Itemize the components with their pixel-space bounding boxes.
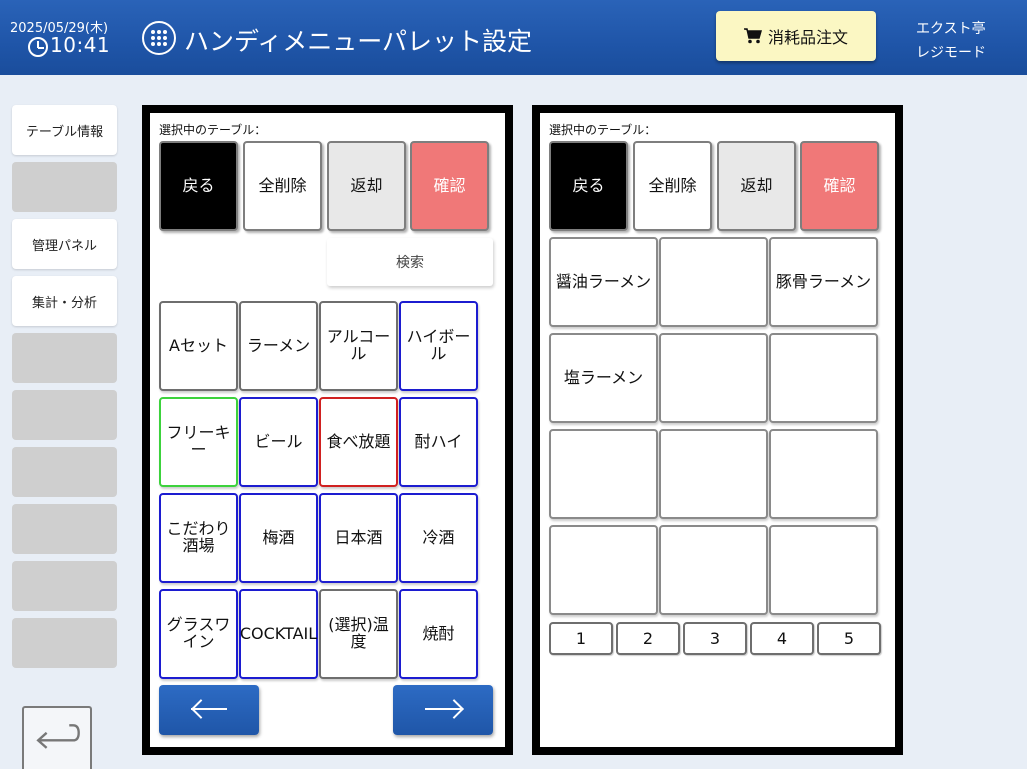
sidebar-item-empty[interactable] xyxy=(12,561,117,611)
sidebar-item-empty[interactable] xyxy=(12,504,117,554)
sidebar-item-label: 管理パネル xyxy=(31,238,97,254)
mode-label: レジモード xyxy=(916,45,986,61)
back-button[interactable]: 戻る xyxy=(549,141,628,231)
page-number-button[interactable]: 2 xyxy=(616,622,680,655)
menu-item-panel: 選択中のテーブル： 戻る 全削除 返却 確認 醤油ラーメン 豚骨ラーメン塩ラーメン… xyxy=(532,105,903,755)
clock-icon xyxy=(28,37,48,57)
category-button[interactable]: ビール xyxy=(239,397,318,487)
store-name: エクスト亭 xyxy=(916,21,986,37)
menu-item-button[interactable] xyxy=(769,429,878,519)
sidebar-item-label: テーブル情報 xyxy=(25,124,104,140)
menu-item-button[interactable] xyxy=(659,237,768,327)
arrow-right-icon xyxy=(425,708,461,710)
category-button[interactable]: 日本酒 xyxy=(319,493,398,583)
cart-icon xyxy=(743,28,762,44)
category-button[interactable]: 梅酒 xyxy=(239,493,318,583)
arrow-left-icon xyxy=(191,708,227,710)
confirm-button[interactable]: 確認 xyxy=(800,141,879,231)
clear-all-button[interactable]: 全削除 xyxy=(633,141,712,231)
category-button[interactable]: こだわり酒場 xyxy=(159,493,238,583)
sidebar-item-empty[interactable] xyxy=(12,162,117,212)
selected-table-label: 選択中のテーブル： xyxy=(549,123,657,137)
category-button[interactable]: 食べ放題 xyxy=(319,397,398,487)
menu-item-button[interactable]: 醤油ラーメン xyxy=(549,237,658,327)
clear-all-button[interactable]: 全削除 xyxy=(243,141,322,231)
sidebar-item-table-info[interactable]: テーブル情報 xyxy=(12,105,117,155)
category-button[interactable]: フリーキー xyxy=(159,397,238,487)
sidebar-item-empty[interactable] xyxy=(12,447,117,497)
menu-item-button[interactable] xyxy=(659,525,768,615)
app-header: 2025/05/29(木) 10:41 ハンディメニューパレット設定 消耗品注文… xyxy=(0,0,1027,75)
sidebar-item-label: 集計・分析 xyxy=(31,295,97,311)
menu-item-button[interactable]: 塩ラーメン xyxy=(549,333,658,423)
sidebar-item-analytics[interactable]: 集計・分析 xyxy=(12,276,117,326)
sidebar-item-admin-panel[interactable]: 管理パネル xyxy=(12,219,117,269)
palette-grid-icon xyxy=(142,21,176,55)
next-page-button[interactable] xyxy=(393,685,493,735)
menu-item-button[interactable] xyxy=(549,525,658,615)
category-button[interactable]: Aセット xyxy=(159,301,238,391)
menu-item-button[interactable] xyxy=(769,525,878,615)
page-title: ハンディメニューパレット設定 xyxy=(184,27,533,56)
return-button[interactable]: 返却 xyxy=(327,141,406,231)
menu-item-button[interactable]: 豚骨ラーメン xyxy=(769,237,878,327)
page-number-button[interactable]: 5 xyxy=(817,622,881,655)
sidebar-item-empty[interactable] xyxy=(12,390,117,440)
confirm-button[interactable]: 確認 xyxy=(410,141,489,231)
selected-table-label: 選択中のテーブル： xyxy=(159,123,267,137)
category-button[interactable]: ラーメン xyxy=(239,301,318,391)
page-number-button[interactable]: 3 xyxy=(683,622,747,655)
return-icon[interactable] xyxy=(22,706,92,769)
page-number-button[interactable]: 1 xyxy=(549,622,613,655)
category-panel: 選択中のテーブル： 戻る 全削除 返却 確認 検索 Aセット ラーメン アルコールハ… xyxy=(142,105,513,755)
return-button[interactable]: 返却 xyxy=(717,141,796,231)
sidebar-item-empty[interactable] xyxy=(12,333,117,383)
menu-item-button[interactable] xyxy=(549,429,658,519)
sidebar-item-empty[interactable] xyxy=(12,618,117,668)
menu-item-button[interactable] xyxy=(769,333,878,423)
menu-item-button[interactable] xyxy=(659,333,768,423)
category-button[interactable]: 焼酎 xyxy=(399,589,478,679)
category-button[interactable]: 酎ハイ xyxy=(399,397,478,487)
return-arrow-icon xyxy=(36,724,80,749)
category-button[interactable]: 冷酒 xyxy=(399,493,478,583)
store-info: エクスト亭 レジモード xyxy=(916,17,986,65)
back-button[interactable]: 戻る xyxy=(159,141,238,231)
search-button[interactable]: 検索 xyxy=(327,238,493,286)
category-button[interactable]: ハイボール xyxy=(399,301,478,391)
menu-item-button[interactable] xyxy=(659,429,768,519)
consumables-order-button[interactable]: 消耗品注文 xyxy=(716,11,876,61)
category-button[interactable]: アルコール xyxy=(319,301,398,391)
category-button[interactable]: (選択)温度 xyxy=(319,589,398,679)
header-time: 10:41 xyxy=(50,33,111,57)
category-button[interactable]: グラスワイン xyxy=(159,589,238,679)
consumables-order-label: 消耗品注文 xyxy=(767,28,848,47)
category-button[interactable]: COCKTAIL xyxy=(239,589,318,679)
page-number-button[interactable]: 4 xyxy=(750,622,814,655)
header-clock: 10:41 xyxy=(6,33,116,59)
prev-page-button[interactable] xyxy=(159,685,259,735)
